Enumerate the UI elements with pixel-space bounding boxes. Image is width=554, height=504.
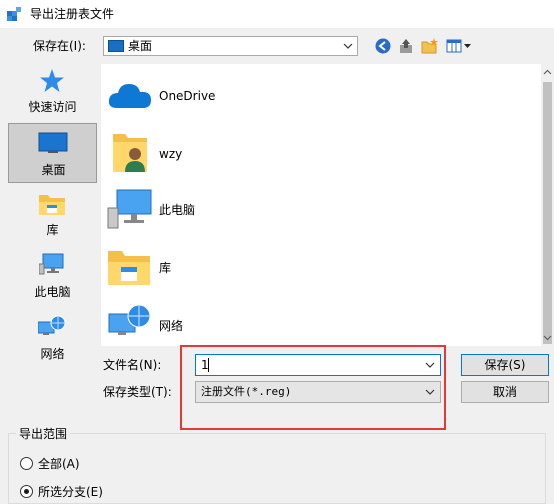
place-network[interactable]: 网络 — [8, 310, 97, 366]
library-icon — [39, 195, 65, 215]
place-quick-access[interactable]: 快速访问 — [8, 64, 97, 122]
network-icon — [108, 304, 151, 335]
radio-all[interactable]: 全部(A) — [20, 456, 140, 472]
place-label: 桌面 — [41, 163, 66, 177]
item-label: 库 — [159, 261, 172, 275]
place-library[interactable]: 库 — [8, 188, 97, 242]
places-bar: 快速访问 桌面 库 此电脑 网络 — [8, 64, 97, 380]
filename-label: 文件名(N): — [103, 358, 162, 372]
list-item[interactable]: 网络 — [101, 298, 531, 346]
list-item[interactable]: 库 — [101, 242, 531, 292]
place-desktop[interactable]: 桌面 — [8, 123, 97, 183]
desktop-icon — [108, 40, 124, 52]
window-title: 导出注册表文件 — [30, 7, 115, 21]
list-item[interactable]: 此电脑 — [101, 184, 531, 236]
savein-label: 保存在(I): — [33, 39, 86, 53]
back-icon[interactable] — [374, 37, 392, 55]
filetype-label: 保存类型(T): — [103, 385, 172, 399]
registry-icon — [7, 7, 21, 21]
scroll-up-icon[interactable] — [543, 68, 552, 77]
view-menu-icon[interactable] — [446, 37, 472, 55]
scrollbar-thumb[interactable] — [543, 82, 552, 344]
vertical-scrollbar[interactable] — [541, 64, 554, 346]
file-list: OneDrive wzy 此电脑 库 网络 — [101, 64, 541, 346]
chevron-down-icon — [343, 43, 353, 49]
place-label: 库 — [46, 223, 59, 237]
desktop-icon — [38, 132, 68, 153]
computer-icon — [107, 189, 152, 229]
radio-label: 全部(A) — [38, 457, 80, 471]
savein-combo[interactable]: 桌面 — [103, 36, 358, 56]
place-label: 网络 — [40, 347, 65, 361]
cloud-icon — [108, 84, 151, 108]
network-icon — [38, 315, 66, 335]
place-label: 快速访问 — [28, 100, 77, 114]
computer-icon — [39, 253, 64, 275]
cancel-button[interactable]: 取消 — [461, 381, 549, 403]
place-this-pc[interactable]: 此电脑 — [8, 248, 97, 304]
highlight-box — [180, 345, 446, 430]
list-item[interactable]: wzy — [101, 126, 531, 180]
item-label: 此电脑 — [159, 203, 196, 217]
scroll-down-icon[interactable] — [543, 333, 552, 342]
radio-button[interactable] — [20, 457, 33, 470]
radio-label: 所选分支(E) — [38, 485, 103, 499]
radio-selected-branch[interactable]: 所选分支(E) — [20, 484, 160, 500]
title-bar: 导出注册表文件 — [0, 0, 554, 28]
savein-value: 桌面 — [128, 39, 153, 53]
item-label: OneDrive — [159, 89, 216, 103]
save-button[interactable]: 保存(S) — [461, 354, 549, 376]
star-icon — [40, 69, 64, 92]
list-item[interactable]: OneDrive — [101, 72, 531, 122]
place-label: 此电脑 — [34, 285, 71, 299]
up-folder-icon[interactable] — [398, 37, 416, 55]
item-label: wzy — [159, 147, 183, 161]
library-icon — [108, 251, 150, 285]
export-range-title: 导出范围 — [16, 426, 71, 442]
user-folder-icon — [113, 134, 147, 172]
radio-button[interactable] — [20, 485, 33, 498]
new-folder-icon[interactable] — [421, 37, 439, 55]
item-label: 网络 — [159, 319, 184, 333]
